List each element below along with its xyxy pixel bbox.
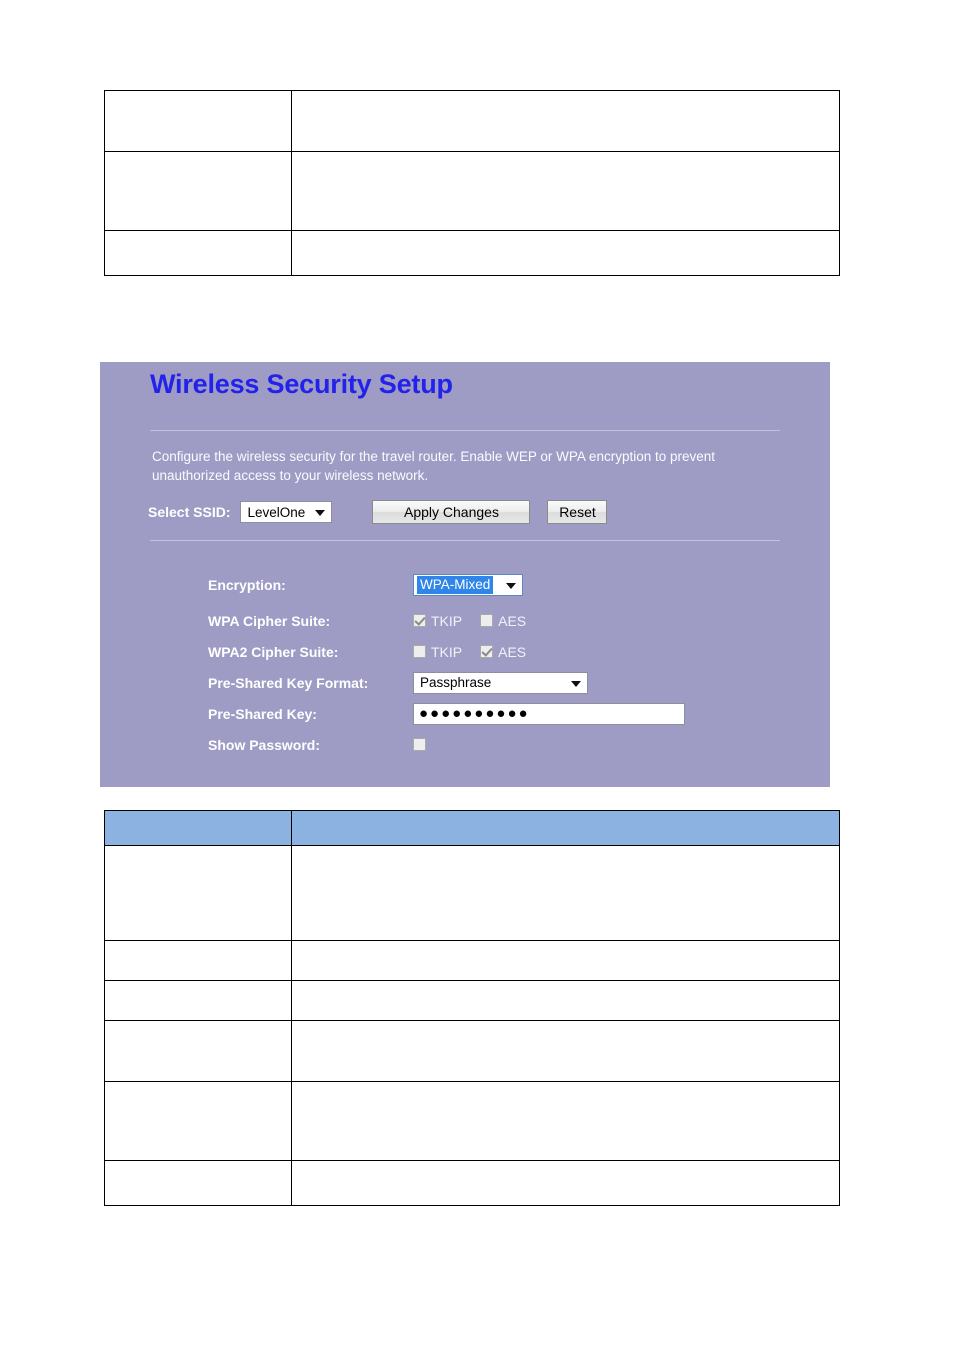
table-row [104, 1020, 840, 1082]
form-row-psk-format: Pre-Shared Key Format: Passphrase [208, 667, 808, 698]
table-cell-label [104, 1160, 292, 1206]
psk-format-select-value: Passphrase [420, 675, 492, 690]
wpa2-tkip-label: TKIP [431, 643, 463, 660]
form-row-wpa-cipher-suite: WPA Cipher Suite: TKIP AES [208, 605, 808, 636]
wpa-tkip-label: TKIP [431, 612, 463, 629]
form-row-show-password: Show Password: [208, 729, 808, 760]
table-header-description [291, 810, 840, 846]
table-cell-label [104, 1020, 292, 1082]
table-cell-description [291, 980, 840, 1021]
table-cell-description [291, 151, 840, 231]
select-ssid-row: Select SSID: LevelOne Apply Changes Rese… [148, 500, 608, 524]
feature-description-table [104, 90, 840, 276]
form-row-encryption: Encryption: WPA-Mixed [208, 565, 808, 605]
wpa-aes-label: AES [498, 612, 527, 629]
psk-format-label: Pre-Shared Key Format: [208, 674, 369, 691]
table-row [104, 845, 840, 941]
chevron-down-icon [315, 510, 326, 516]
wireless-security-setup-panel: Wireless Security Setup Configure the wi… [100, 362, 830, 787]
panel-divider-top [150, 430, 780, 431]
table-row [104, 1081, 840, 1161]
table-row [104, 1160, 840, 1206]
ssid-select[interactable]: LevelOne [240, 501, 333, 523]
select-ssid-label: Select SSID: [148, 504, 231, 520]
table-row [104, 90, 840, 152]
table-row [104, 980, 840, 1021]
psk-format-select[interactable]: Passphrase [413, 671, 588, 694]
wpa2-cipher-suite-label: WPA2 Cipher Suite: [208, 643, 339, 660]
table-cell-description [291, 1160, 840, 1206]
table-header-row [104, 810, 840, 846]
chevron-down-icon [571, 680, 581, 687]
table-cell-description [291, 845, 840, 941]
form-row-psk: Pre-Shared Key: ●●●●●●●●●● [208, 698, 808, 729]
wpa-aes-checkbox[interactable] [480, 614, 494, 627]
settings-description-table [104, 810, 840, 1206]
page-title: Wireless Security Setup [150, 369, 453, 399]
panel-description: Configure the wireless security for the … [152, 449, 716, 483]
apply-changes-button[interactable]: Apply Changes [372, 500, 531, 524]
chevron-down-icon [506, 583, 516, 589]
encryption-select-value: WPA-Mixed [417, 576, 494, 594]
table-row [104, 940, 840, 981]
wpa2-tkip-checkbox[interactable] [413, 645, 426, 658]
encryption-select[interactable]: WPA-Mixed [413, 574, 523, 596]
table-cell-label [104, 90, 292, 152]
table-cell-description [291, 940, 840, 981]
table-cell-label [104, 151, 292, 231]
wpa2-aes-checkbox[interactable] [480, 645, 494, 658]
reset-button[interactable]: Reset [547, 500, 608, 524]
table-cell-description [291, 90, 840, 152]
table-cell-description [291, 1081, 840, 1161]
wpa2-aes-label: AES [498, 643, 527, 660]
wpa-tkip-checkbox[interactable] [413, 614, 426, 627]
show-password-checkbox[interactable] [413, 738, 426, 751]
table-row [104, 151, 840, 231]
ssid-select-value: LevelOne [247, 504, 306, 520]
psk-input[interactable]: ●●●●●●●●●● [413, 702, 685, 725]
table-cell-label [104, 845, 292, 941]
table-header-label [104, 810, 292, 846]
psk-label: Pre-Shared Key: [208, 705, 317, 722]
encryption-label: Encryption: [208, 577, 286, 593]
table-cell-label [104, 230, 292, 276]
table-cell-description [291, 1020, 840, 1082]
table-cell-label [104, 980, 292, 1021]
table-row [104, 230, 840, 276]
table-cell-label [104, 1081, 292, 1161]
table-cell-label [104, 940, 292, 981]
form-row-wpa2-cipher-suite: WPA2 Cipher Suite: TKIP AES [208, 636, 808, 667]
security-settings-form: Encryption: WPA-Mixed WPA Cipher Suite: … [208, 565, 808, 760]
table-cell-description [291, 230, 840, 276]
wpa-cipher-suite-label: WPA Cipher Suite: [208, 612, 331, 629]
show-password-label: Show Password: [208, 736, 321, 753]
panel-divider-middle [150, 540, 780, 541]
